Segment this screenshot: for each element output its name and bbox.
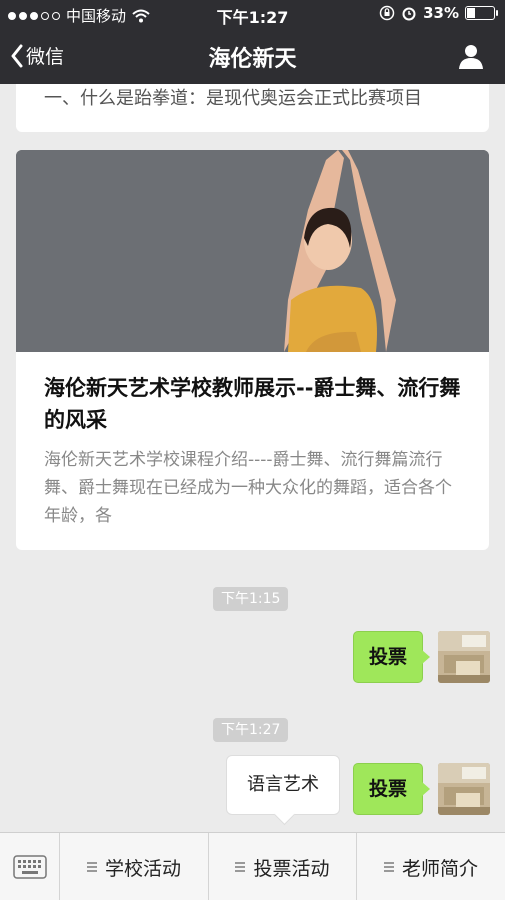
- menu-lines-icon: [86, 862, 97, 872]
- submenu-popup-item[interactable]: 语言艺术: [226, 755, 340, 815]
- nav-bar: 微信 海伦新天: [0, 28, 505, 84]
- previous-article-snippet: 一、什么是跆拳道：是现代奥运会正式比赛项目: [44, 88, 422, 109]
- menu-item-teacher-intro[interactable]: 老师简介: [357, 833, 505, 900]
- article-title: 海伦新天艺术学校教师展示--爵士舞、流行舞的风采: [44, 376, 461, 432]
- menu-item-school-activities[interactable]: 学校活动: [60, 833, 209, 900]
- menu-item-voting-activities[interactable]: 投票活动: [209, 833, 357, 900]
- avatar[interactable]: [438, 763, 490, 815]
- article-description: 海伦新天艺术学校课程介绍----爵士舞、流行舞篇流行舞、爵士舞现在已经成为一种大…: [44, 450, 452, 526]
- status-right: 33%: [379, 4, 498, 22]
- previous-article-card[interactable]: 一、什么是跆拳道：是现代奥运会正式比赛项目: [16, 84, 489, 132]
- battery-percent: 33%: [423, 4, 459, 22]
- message-bubble-vote[interactable]: 投票: [353, 763, 430, 815]
- message-bubble-vote[interactable]: 投票: [353, 631, 430, 683]
- menu-item-label: 学校活动: [104, 857, 181, 880]
- status-bar: 中国移动 下午1:27 33%: [0, 0, 505, 28]
- alarm-icon: [402, 7, 416, 21]
- person-icon[interactable]: [457, 42, 485, 70]
- timestamp: 下午1:27: [213, 718, 289, 742]
- page-title: 海伦新天: [208, 47, 297, 72]
- avatar[interactable]: [438, 631, 490, 683]
- menu-lines-icon: [235, 862, 246, 872]
- article-card[interactable]: 海伦新天艺术学校教师展示--爵士舞、流行舞的风采 海伦新天艺术学校课程介绍---…: [16, 150, 489, 550]
- keyboard-toggle-button[interactable]: [0, 833, 60, 900]
- timestamp: 下午1:15: [213, 587, 289, 611]
- menu-lines-icon: [383, 862, 394, 872]
- menu-item-label: 投票活动: [253, 857, 330, 880]
- article-cover-image: [16, 150, 489, 352]
- keyboard-icon: [12, 855, 47, 879]
- bottom-menu-bar: 学校活动 投票活动 老师简介: [0, 832, 505, 900]
- menu-item-label: 老师简介: [401, 857, 478, 880]
- battery-icon: [465, 6, 498, 20]
- rotation-lock-icon: [379, 5, 395, 21]
